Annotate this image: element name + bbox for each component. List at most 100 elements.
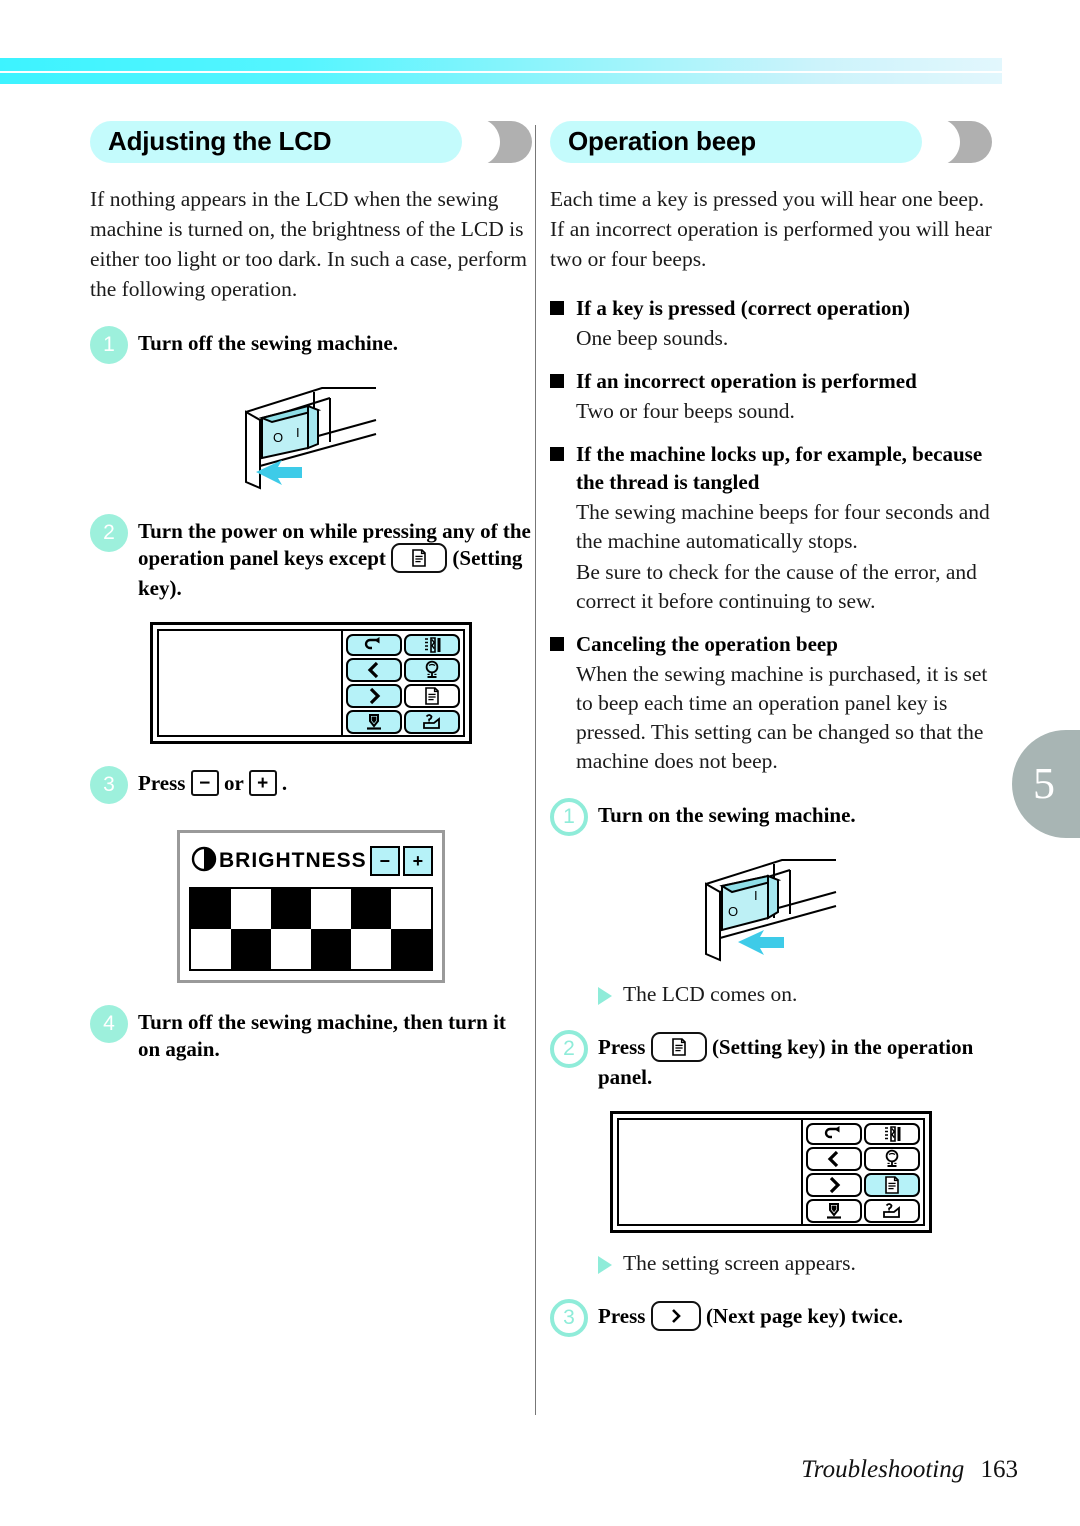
stitch-width-key[interactable] <box>864 1123 920 1146</box>
bullet-section-2-body: Two or four beeps sound. <box>576 399 795 423</box>
minus-key-inline-glyph: − <box>190 770 219 797</box>
brightness-screen-figure: BRIGHTNESS − + <box>90 830 532 984</box>
next-page-key[interactable] <box>346 684 402 709</box>
help-key[interactable] <box>864 1199 920 1224</box>
operation-panel-figure-2 <box>550 1111 992 1234</box>
step-text-before: Press <box>598 1304 646 1329</box>
lcd-header-row: BRIGHTNESS − + <box>189 841 433 881</box>
footer-page-number: 163 <box>980 1456 1019 1483</box>
contrast-icon <box>189 844 219 879</box>
panel-lcd-screen <box>159 631 343 736</box>
needle-down-key[interactable] <box>806 1199 862 1224</box>
bullet-section-1-body: One beep sounds. <box>576 326 729 350</box>
footer-chapter-name: Troubleshooting <box>801 1456 965 1483</box>
right-section-header: Operation beep <box>550 118 992 166</box>
step-number-badge: 2 <box>90 514 128 552</box>
brightness-plus-button[interactable]: + <box>402 846 433 877</box>
cursor-arrow <box>738 930 784 955</box>
page-footer: Troubleshooting 163 <box>801 1456 1018 1484</box>
left-step-1: 1 Turn off the sewing machine. <box>90 326 532 364</box>
operation-panel <box>610 1111 932 1234</box>
lcd-screen: BRIGHTNESS − + <box>177 830 445 984</box>
result-text: The setting screen appears. <box>623 1251 856 1276</box>
result-text: The LCD comes on. <box>623 982 798 1006</box>
right-column: Operation beep Each time a key is presse… <box>550 118 992 1343</box>
return-key[interactable] <box>346 634 402 657</box>
plus-key-inline-glyph: + <box>248 770 277 797</box>
chapter-number: 5 <box>1033 759 1055 808</box>
square-bullet-icon <box>550 447 564 461</box>
bullet-section-4-head: Canceling the operation beep <box>550 630 992 658</box>
panel-key-grid <box>343 631 463 735</box>
svg-text:I: I <box>296 425 300 440</box>
bullet-section-1-head: If a key is pressed (correct operation) <box>550 294 992 322</box>
setting-key-inline-glyph <box>391 543 448 574</box>
step-text-before: Press <box>138 771 186 796</box>
bullet-section-3-body-2: Be sure to check for the cause of the er… <box>576 560 977 613</box>
left-section-title: Adjusting the LCD <box>108 126 332 156</box>
bullet-head-text: If the machine locks up, for example, be… <box>576 442 983 494</box>
brightness-minus-button[interactable]: − <box>369 846 400 877</box>
svg-text:O: O <box>273 430 283 445</box>
step-text: Press (Setting key) in the operation pan… <box>598 1030 992 1091</box>
stitch-width-key[interactable] <box>404 634 460 657</box>
presser-foot-key[interactable] <box>404 658 460 683</box>
bullet-section-3-body-1: The sewing machine beeps for four second… <box>576 500 990 553</box>
setting-key-inline-glyph <box>650 1032 707 1063</box>
step-text: Turn the power on while pressing any of … <box>138 514 532 602</box>
panel-key-grid <box>803 1120 923 1224</box>
right-intro-paragraph: Each time a key is pressed you will hear… <box>550 187 992 271</box>
left-column: Adjusting the LCD If nothing appears in … <box>90 118 532 1069</box>
setting-key[interactable] <box>404 684 460 709</box>
step-text-before: Press <box>598 1035 646 1059</box>
previous-page-key[interactable] <box>806 1147 862 1172</box>
svg-text:O: O <box>728 904 738 919</box>
step-text: Turn on the sewing machine. <box>598 803 856 827</box>
presser-foot-key[interactable] <box>864 1147 920 1172</box>
step-text: Turn off the sewing machine, then turn i… <box>138 1010 506 1062</box>
next-page-key-inline-glyph <box>650 1301 701 1332</box>
operation-panel <box>150 622 472 745</box>
power-switch-on-illustration: O I <box>550 846 992 964</box>
left-intro-paragraph: If nothing appears in the LCD when the s… <box>90 187 528 301</box>
triangle-right-icon <box>598 987 612 1005</box>
cursor-arrow <box>256 460 302 485</box>
help-key[interactable] <box>404 710 460 735</box>
setting-key[interactable] <box>864 1173 920 1198</box>
left-step-2: 2 Turn the power on while pressing any o… <box>90 514 532 602</box>
step-number-badge: 2 <box>550 1030 588 1068</box>
left-step-4: 4 Turn off the sewing machine, then turn… <box>90 1005 532 1063</box>
triangle-right-icon <box>598 1256 612 1275</box>
step-text: Turn off the sewing machine. <box>138 331 398 355</box>
next-page-key[interactable] <box>806 1173 862 1198</box>
bullet-section-3-head: If the machine locks up, for example, be… <box>550 440 992 496</box>
square-bullet-icon <box>550 301 564 315</box>
power-switch-off-illustration: O I <box>90 374 532 492</box>
square-bullet-icon <box>550 637 564 651</box>
step-number-badge: 3 <box>550 1299 588 1338</box>
svg-text:I: I <box>754 888 758 903</box>
step-number-badge: 1 <box>90 326 128 364</box>
needle-down-key[interactable] <box>346 710 402 735</box>
bullet-head-text: Canceling the operation beep <box>576 632 838 656</box>
column-divider <box>535 125 536 1415</box>
minus-sign: − <box>199 772 211 794</box>
brightness-checker-pattern <box>189 887 433 972</box>
right-step-3: 3 Press (Next page key) twice. <box>550 1299 992 1338</box>
previous-page-key[interactable] <box>346 658 402 683</box>
right-section-title: Operation beep <box>568 126 756 156</box>
plus-sign: + <box>257 772 269 794</box>
square-bullet-icon <box>550 374 564 388</box>
right-step-2: 2 Press (Setting key) in the operation p… <box>550 1030 992 1091</box>
bullet-head-text: If a key is pressed (correct operation) <box>576 296 910 320</box>
bullet-head-text: If an incorrect operation is performed <box>576 369 917 393</box>
left-step-3: 3 Press − or + . <box>90 766 532 805</box>
step-text-after: . <box>281 771 288 796</box>
top-band-hairline <box>0 71 1002 73</box>
operation-panel-figure-1 <box>90 622 532 745</box>
return-key[interactable] <box>806 1123 862 1146</box>
left-section-header: Adjusting the LCD <box>90 118 532 166</box>
right-step-1: 1 Turn on the sewing machine. <box>550 798 992 836</box>
step-number-badge: 1 <box>550 798 588 836</box>
result-line-1: The LCD comes on. <box>550 980 992 1008</box>
